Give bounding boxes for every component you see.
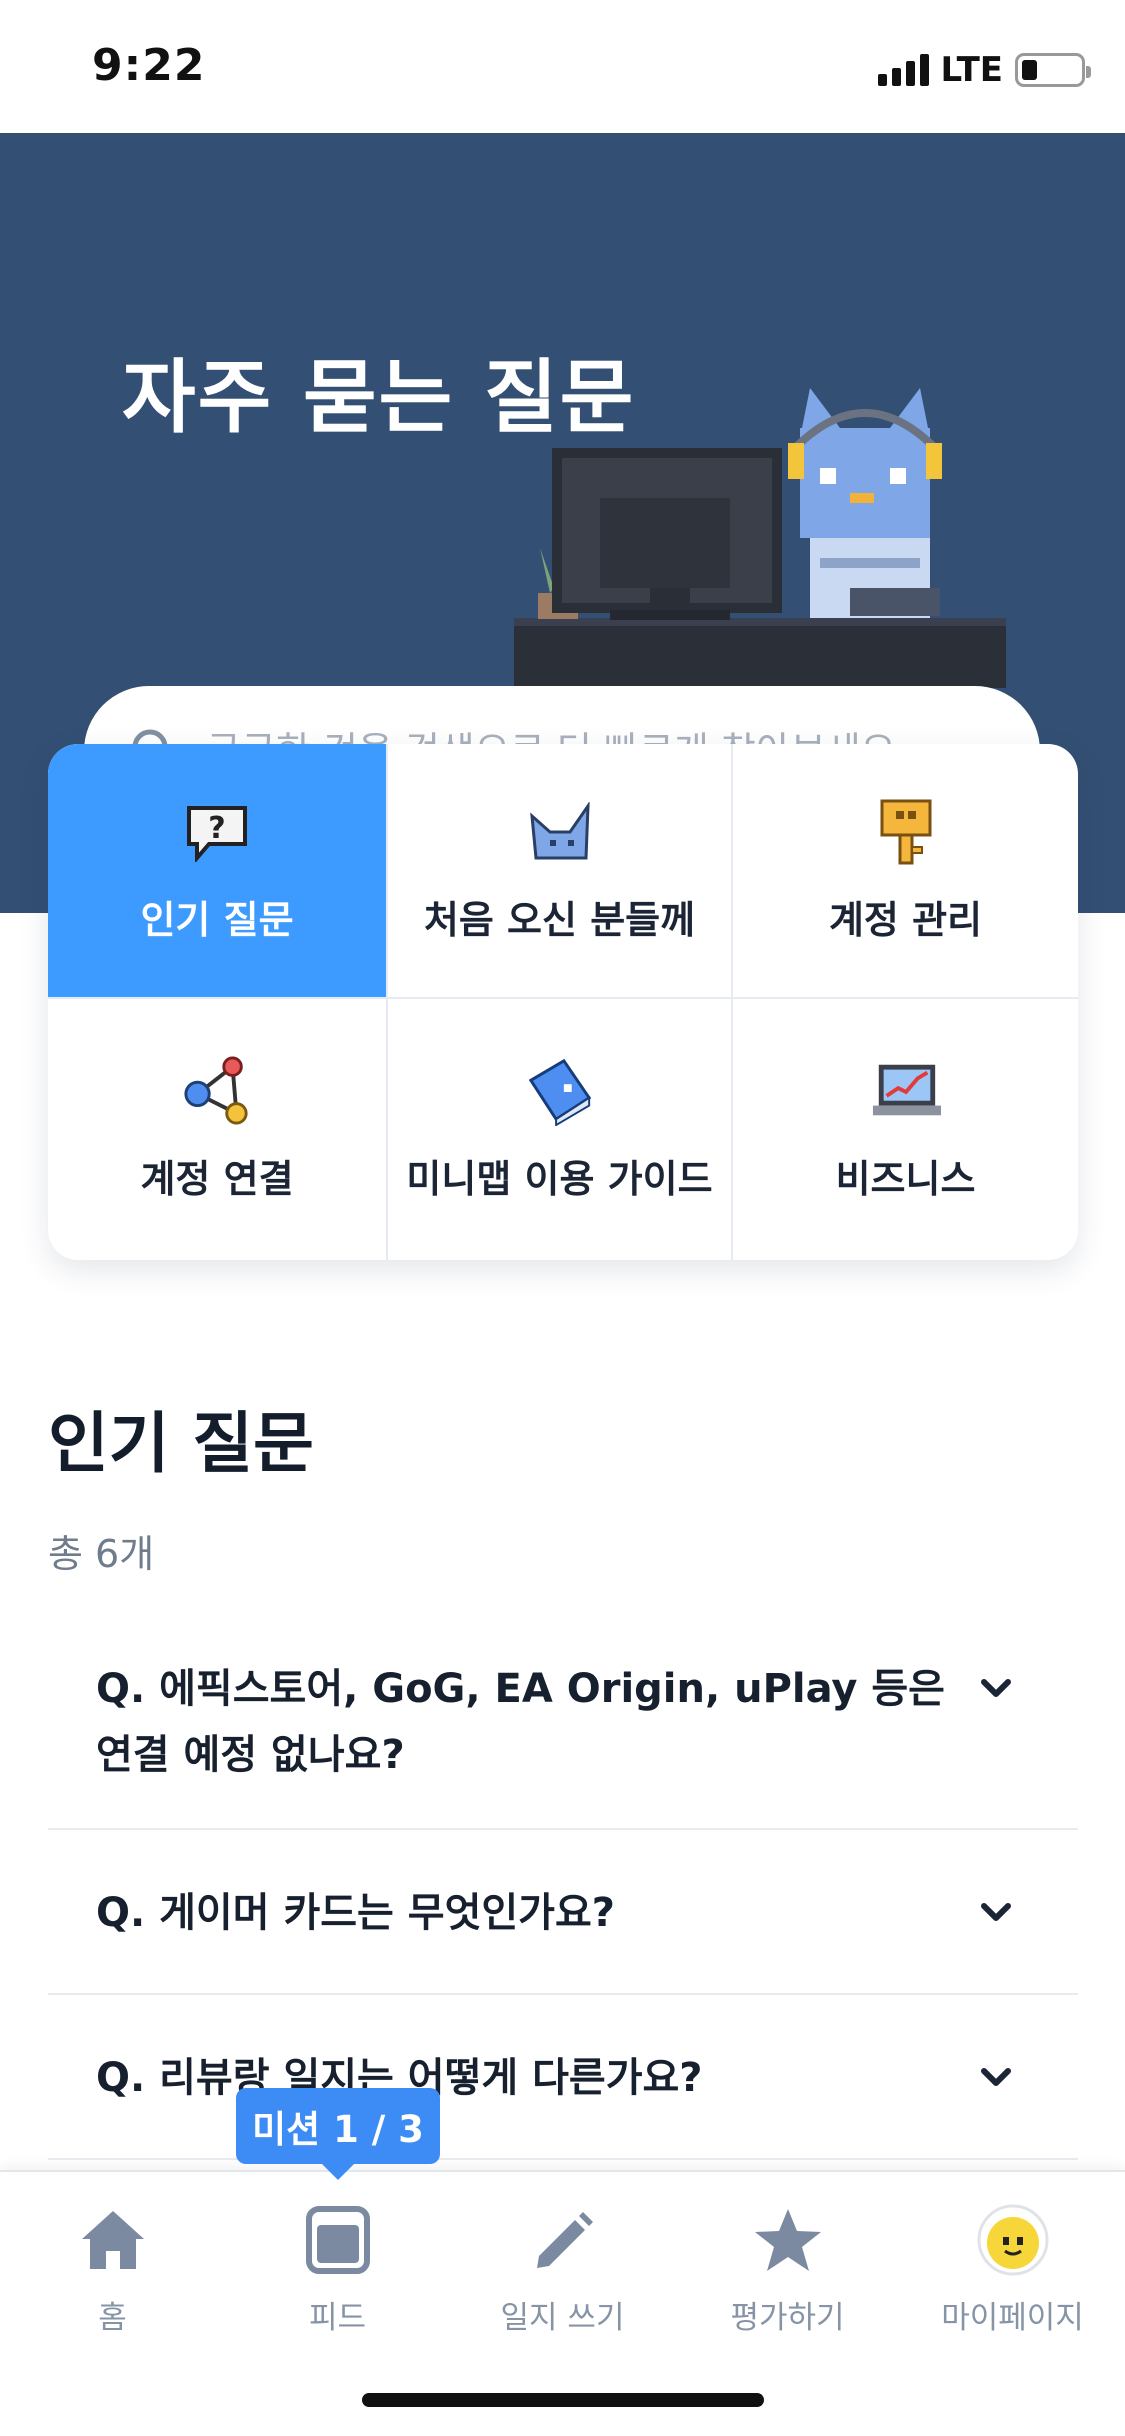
category-account-management[interactable]: 계정 관리 — [733, 744, 1078, 999]
status-time: 9:22 — [92, 40, 206, 91]
faq-question: Q. 리뷰랑 일지는 어떻게 다른가요? — [96, 2055, 703, 2101]
faq-item[interactable]: Q. 에픽스토어, GoG, EA Origin, uPlay 등은 연결 예정… — [48, 1612, 1078, 1830]
nav-label: 피드 — [308, 2300, 367, 2336]
mission-badge[interactable]: 미션 1 / 3 — [236, 2088, 440, 2180]
battery-icon — [1015, 53, 1091, 87]
book-icon — [525, 1056, 595, 1126]
home-indicator[interactable] — [362, 2393, 764, 2407]
chevron-down-icon — [981, 1679, 1011, 1697]
home-icon — [78, 2202, 148, 2278]
category-popular[interactable]: ? 인기 질문 — [48, 744, 388, 999]
nav-label: 마이페이지 — [941, 2300, 1084, 2336]
chevron-down-icon — [981, 2068, 1011, 2086]
laptop-chart-icon — [871, 1056, 941, 1126]
category-business[interactable]: 비즈니스 — [733, 999, 1078, 1260]
category-label: 계정 관리 — [828, 898, 983, 942]
svg-text:?: ? — [208, 811, 225, 846]
nav-home[interactable]: 홈 — [0, 2202, 225, 2337]
category-first-visit[interactable]: 처음 오신 분들께 — [388, 744, 733, 999]
faq-question: Q. 게이머 카드는 무엇인가요? — [96, 1890, 615, 1936]
category-label: 처음 오신 분들께 — [423, 898, 696, 942]
nav-mypage[interactable]: 마이페이지 — [900, 2202, 1125, 2337]
nav-feed[interactable]: 피드 — [225, 2202, 450, 2337]
category-label: 비즈니스 — [835, 1157, 976, 1201]
mascot-illustration — [514, 388, 1006, 688]
cat-face-icon — [525, 797, 595, 867]
chevron-down-icon — [981, 1903, 1011, 1921]
question-bubble-icon: ? — [182, 797, 252, 867]
network-type: LTE — [940, 50, 1003, 90]
signal-icon — [877, 54, 929, 86]
question-count: 총 6개 — [48, 1532, 155, 1576]
nav-label: 홈 — [98, 2300, 127, 2336]
faq-item[interactable]: Q. 게이머 카드는 무엇인가요? — [48, 1830, 1078, 1995]
category-account-linking[interactable]: 계정 연결 — [48, 999, 388, 1260]
category-label: 미니맵 이용 가이드 — [406, 1157, 713, 1201]
nav-rate[interactable]: 평가하기 — [675, 2202, 900, 2337]
category-minimap-guide[interactable]: 미니맵 이용 가이드 — [388, 999, 733, 1260]
feed-icon — [305, 2202, 371, 2278]
category-grid: ? 인기 질문 처음 오신 분들께 계정 관리 계정 연결 미니맵 이용 가이드… — [48, 744, 1078, 1260]
star-icon — [753, 2202, 823, 2278]
section-title: 인기 질문 — [48, 1405, 314, 1482]
category-label: 인기 질문 — [140, 898, 294, 942]
category-label: 계정 연결 — [140, 1157, 294, 1201]
nav-label: 평가하기 — [730, 2300, 845, 2336]
status-bar: 9:22 LTE — [0, 0, 1125, 133]
pencil-icon — [531, 2202, 595, 2278]
nav-write-log[interactable]: 일지 쓰기 — [450, 2202, 675, 2337]
avatar-icon — [976, 2202, 1050, 2278]
faq-question: Q. 에픽스토어, GoG, EA Origin, uPlay 등은 연결 예정… — [96, 1666, 945, 1778]
connection-nodes-icon — [182, 1056, 252, 1126]
key-icon — [871, 797, 941, 867]
nav-label: 일지 쓰기 — [500, 2300, 625, 2336]
faq-item[interactable]: Q. 리뷰랑 일지는 어떻게 다른가요? — [48, 1995, 1078, 2160]
